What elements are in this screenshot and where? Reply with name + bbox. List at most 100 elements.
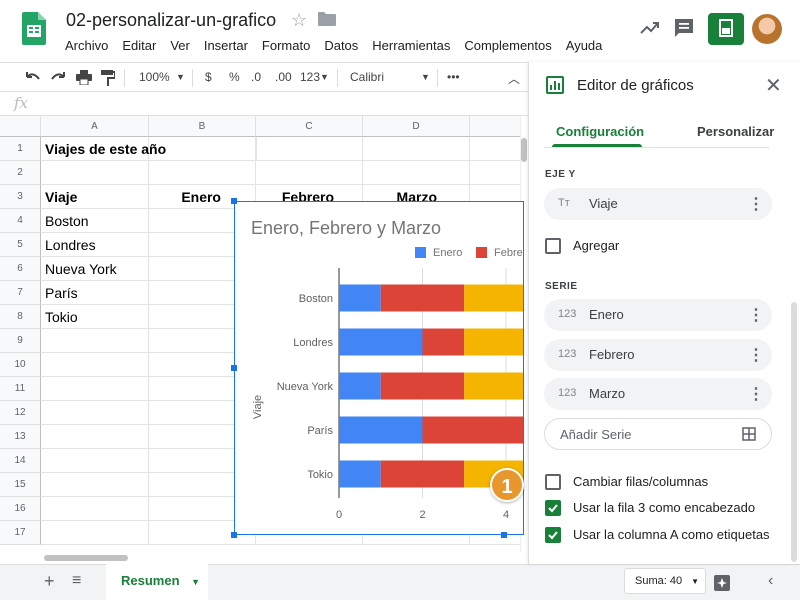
formula-bar[interactable]: fx: [0, 92, 528, 116]
add-series-button[interactable]: Añadir Serie: [544, 418, 772, 450]
font-select[interactable]: Calibri: [350, 70, 384, 84]
chart-resize-handle[interactable]: [501, 532, 507, 538]
grid-cell[interactable]: [41, 473, 149, 497]
increase-decimal-button[interactable]: .00: [275, 70, 292, 84]
grid-cell[interactable]: [41, 497, 149, 521]
row-header[interactable]: 7: [0, 281, 41, 305]
column-header-b[interactable]: B: [149, 116, 256, 137]
row-header[interactable]: 11: [0, 377, 41, 401]
share-button[interactable]: [708, 13, 744, 45]
use-column-a-labels-checkbox[interactable]: [545, 527, 561, 543]
cell-a6[interactable]: Nueva York: [41, 257, 149, 281]
chart-object[interactable]: Enero, Febrero y Marzo Enero Febre 0 2 4 Viaje…: [234, 201, 524, 535]
menu-ayuda[interactable]: Ayuda: [559, 36, 610, 55]
panel-scrollbar[interactable]: [791, 302, 797, 562]
menu-archivo[interactable]: Archivo: [58, 36, 115, 55]
y-axis-item-viaje[interactable]: Tт Viaje ⋮: [544, 188, 772, 220]
sheet-tab-dropdown-icon[interactable]: ▼: [191, 577, 200, 587]
cell-a7[interactable]: París: [41, 281, 149, 305]
use-row-3-header-checkbox[interactable]: [545, 500, 561, 516]
row-header[interactable]: 1: [0, 137, 41, 161]
column-header-d[interactable]: D: [363, 116, 470, 137]
row-header[interactable]: 15: [0, 473, 41, 497]
grid-cell[interactable]: [470, 137, 520, 161]
number-format-dropdown-icon[interactable]: ▼: [320, 72, 329, 82]
tab-personalizar[interactable]: Personalizar: [697, 124, 774, 139]
more-vert-icon[interactable]: ⋮: [748, 345, 764, 365]
menu-editar[interactable]: Editar: [115, 36, 163, 55]
row-header[interactable]: 4: [0, 209, 41, 233]
row-header[interactable]: 13: [0, 425, 41, 449]
menu-complementos[interactable]: Complementos: [457, 36, 558, 55]
grid-cell[interactable]: [363, 137, 470, 161]
row-header[interactable]: 5: [0, 233, 41, 257]
paint-format-icon[interactable]: [101, 70, 115, 86]
grid-cell[interactable]: [41, 401, 149, 425]
percent-format-button[interactable]: %: [229, 70, 240, 84]
cell-a4[interactable]: Boston: [41, 209, 149, 233]
tab-configuracion[interactable]: Configuración: [556, 124, 644, 139]
row-header[interactable]: 17: [0, 521, 41, 545]
menu-herramientas[interactable]: Herramientas: [365, 36, 457, 55]
column-header-a[interactable]: A: [41, 116, 149, 137]
grid-cell[interactable]: [363, 161, 470, 185]
avatar[interactable]: [752, 14, 782, 44]
row-header[interactable]: 14: [0, 449, 41, 473]
vertical-scroll-thumb[interactable]: [521, 138, 527, 162]
chart-resize-handle[interactable]: [231, 198, 237, 204]
zoom-dropdown-icon[interactable]: ▼: [176, 72, 185, 82]
grid-cell[interactable]: [41, 449, 149, 473]
comment-icon[interactable]: [673, 17, 695, 39]
row-header[interactable]: 10: [0, 353, 41, 377]
row-header[interactable]: 12: [0, 401, 41, 425]
row-header[interactable]: 3: [0, 185, 41, 209]
cell-a1[interactable]: Viajes de este año: [41, 137, 257, 161]
menu-insertar[interactable]: Insertar: [197, 36, 255, 55]
undo-icon[interactable]: [25, 71, 41, 85]
collapse-toolbar-icon[interactable]: ︿: [508, 70, 520, 87]
switch-rows-columns-checkbox[interactable]: [545, 474, 561, 490]
chart-resize-handle[interactable]: [231, 532, 237, 538]
sum-indicator[interactable]: Suma: 40 ▼: [624, 568, 706, 594]
folder-icon[interactable]: [318, 12, 336, 26]
sheets-logo-icon[interactable]: [22, 12, 46, 45]
row-header[interactable]: 6: [0, 257, 41, 281]
more-vert-icon[interactable]: ⋮: [748, 384, 764, 404]
menu-ver[interactable]: Ver: [163, 36, 197, 55]
menu-datos[interactable]: Datos: [317, 36, 365, 55]
horizontal-scroll-thumb[interactable]: [44, 555, 128, 561]
chart-resize-handle[interactable]: [231, 365, 237, 371]
close-icon[interactable]: ✕: [765, 73, 782, 98]
series-item-febrero[interactable]: 123 Febrero ⋮: [544, 339, 772, 371]
grid-cell[interactable]: [256, 161, 363, 185]
decrease-decimal-button[interactable]: .0: [251, 70, 261, 84]
cell-a8[interactable]: Tokio: [41, 305, 149, 329]
add-sheet-icon[interactable]: +: [44, 571, 55, 592]
grid-cell[interactable]: [41, 377, 149, 401]
number-format-button[interactable]: 123: [300, 70, 320, 84]
menu-formato[interactable]: Formato: [255, 36, 317, 55]
row-header[interactable]: 2: [0, 161, 41, 185]
series-item-enero[interactable]: 123 Enero ⋮: [544, 299, 772, 331]
grid-cell[interactable]: [256, 137, 363, 161]
grid-cell[interactable]: [470, 161, 520, 185]
cell-a3[interactable]: Viaje: [41, 185, 149, 209]
zoom-select[interactable]: 100%: [139, 70, 170, 84]
more-vert-icon[interactable]: ⋮: [748, 194, 764, 214]
column-header-c[interactable]: C: [256, 116, 363, 137]
currency-format-button[interactable]: $: [205, 70, 212, 84]
grid-cell[interactable]: [41, 353, 149, 377]
more-options-button[interactable]: •••: [447, 70, 460, 84]
star-icon[interactable]: ☆: [291, 10, 307, 31]
series-item-marzo[interactable]: 123 Marzo ⋮: [544, 378, 772, 410]
sheet-tab-resumen[interactable]: Resumen ▼: [106, 564, 208, 600]
grid-cell[interactable]: [41, 521, 149, 545]
redo-icon[interactable]: [50, 71, 66, 85]
grid-cell[interactable]: [149, 161, 256, 185]
grid-cell[interactable]: [41, 329, 149, 353]
grid-cell[interactable]: [41, 161, 149, 185]
row-header[interactable]: 9: [0, 329, 41, 353]
more-vert-icon[interactable]: ⋮: [748, 305, 764, 325]
print-icon[interactable]: [76, 70, 92, 85]
row-header[interactable]: 16: [0, 497, 41, 521]
